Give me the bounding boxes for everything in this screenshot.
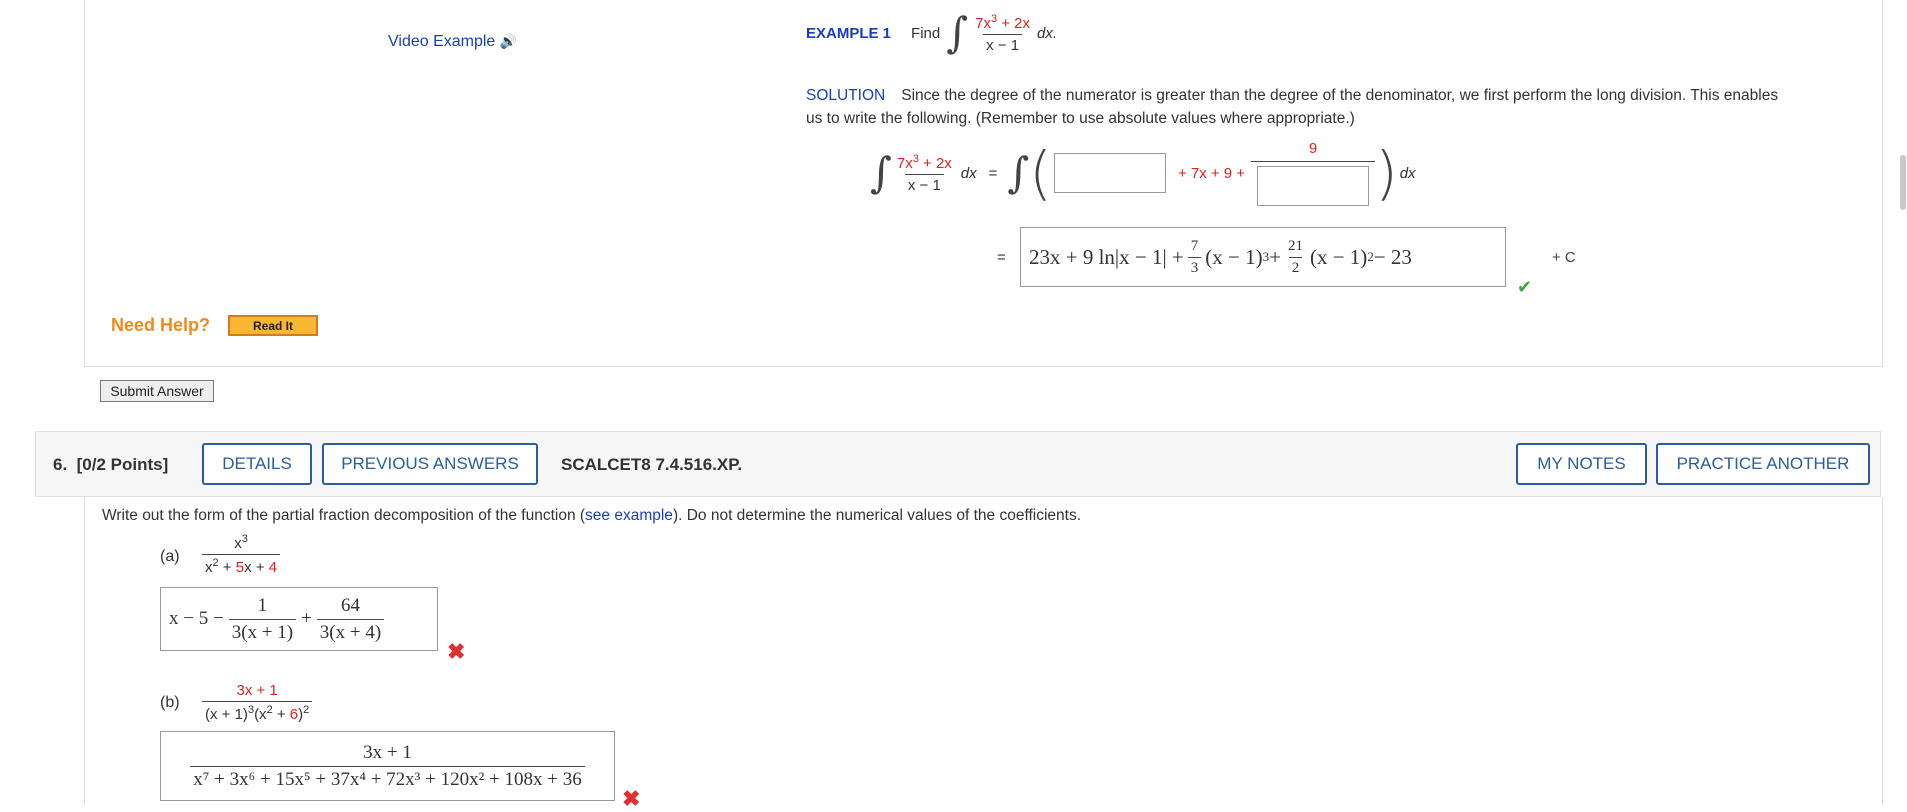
solution-label: SOLUTION [806, 87, 886, 104]
submit-answer-button[interactable]: Submit Answer [100, 380, 214, 402]
equals-sign-2: = [997, 249, 1006, 266]
middle-terms: + 7x + 9 + [1177, 164, 1246, 182]
example-label: EXAMPLE 1 [806, 24, 892, 42]
answer-display[interactable]: 23x + 9 ln|x − 1| + 73 (x − 1) 3 + 21 2 (x… [1020, 227, 1506, 287]
part-a-function: x3 x2 + 5x + 4 [202, 533, 281, 576]
check-icon: ✔ [1517, 277, 1533, 297]
lhs-dx: dx [960, 164, 977, 182]
part-b-function: 3x + 1 (x + 1)3(x2 + 6)2 [202, 682, 313, 723]
question-prompt: Write out the form of the partial fracti… [102, 507, 1082, 524]
incorrect-icon-b: ✖ [622, 786, 641, 811]
question-number: 6. [0/2 Points] [53, 455, 169, 474]
video-example-link[interactable]: Video Example 🔊 [388, 33, 517, 51]
solution-text: SOLUTION Since the degree of the numerato… [806, 87, 1779, 127]
example-dx: dx. [1037, 24, 1058, 42]
details-button[interactable]: DETAILS [202, 443, 312, 485]
integral-sign: ∫ [870, 148, 892, 197]
equation-line-1: ∫ 7x3 + 2x x − 1 dx = ∫ ( + 7x + 9 + 9 )… [870, 140, 1416, 206]
speaker-icon: 🔊 [499, 33, 518, 49]
previous-answers-button[interactable]: PREVIOUS ANSWERS [322, 443, 538, 485]
part-a-label: (a) [160, 548, 180, 565]
fraction-input: 9 [1251, 140, 1376, 206]
lhs-fraction: 7x3 + 2x x − 1 [896, 152, 952, 194]
left-paren: ( [1029, 139, 1052, 207]
answer-input-1[interactable] [1053, 153, 1166, 193]
find-label: Find [911, 24, 941, 42]
my-notes-button[interactable]: MY NOTES [1516, 443, 1647, 485]
see-example-link[interactable]: see example [585, 507, 673, 524]
right-paren: ) [1375, 139, 1398, 207]
answer-input-2[interactable] [1257, 166, 1370, 206]
example-integrand: 7x3 + 2x x − 1 [975, 12, 1031, 54]
plus-c: + C [1552, 249, 1576, 266]
equals-sign: = [988, 164, 998, 182]
read-it-button[interactable]: Read It [228, 315, 318, 336]
incorrect-icon-a: ✖ [447, 639, 466, 664]
part-b-answer[interactable]: 3x + 1 x⁷ + 3x⁶ + 15x⁵ + 37x⁴ + 72x³ + 12… [160, 731, 615, 801]
part-a-answer[interactable]: x − 5 − 1 3(x + 1) + 64 3(x + 4) [160, 587, 438, 651]
example-header: EXAMPLE 1 Find ∫ 7x3 + 2x x − 1 dx. [806, 12, 1057, 54]
question-code: SCALCET8 7.4.516.XP. [561, 455, 743, 474]
rhs-dx: dx [1399, 164, 1416, 182]
integral-sign-2: ∫ [1007, 148, 1030, 197]
need-help-label: Need Help? [111, 315, 211, 335]
part-b-label: (b) [160, 694, 180, 711]
scrollbar-thumb[interactable] [1900, 155, 1906, 210]
practice-another-button[interactable]: PRACTICE ANOTHER [1656, 443, 1870, 485]
integral-sign: ∫ [946, 8, 969, 57]
